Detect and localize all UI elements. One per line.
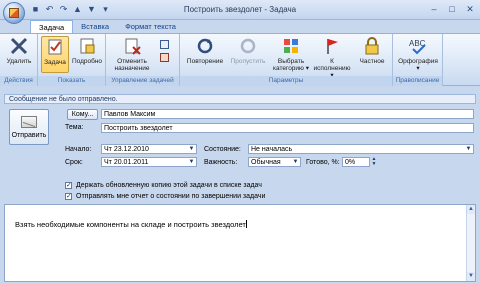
delete-icon <box>10 37 28 55</box>
priority-label: Важность: <box>204 159 238 166</box>
due-date-value: Чт 20.01.2011 <box>104 159 149 166</box>
recurrence-icon <box>197 38 213 54</box>
assign-task-icon[interactable] <box>160 40 169 49</box>
spelling-button[interactable]: ABC Орфография ▾ <box>396 36 440 72</box>
envelope-icon <box>21 116 37 128</box>
subject-field[interactable]: Построить звездолет <box>101 123 474 133</box>
categorize-button[interactable]: Выбрать категорию ▾ <box>270 36 312 72</box>
percent-spinner[interactable]: ▲ ▼ <box>370 157 378 167</box>
body-text-content: Взять необходимые компоненты на складе и… <box>15 220 246 229</box>
spelling-dropdown-arrow: ▾ <box>416 65 420 72</box>
send-button[interactable]: Отправить <box>9 109 49 145</box>
scroll-up-icon[interactable]: ▲ <box>467 205 475 214</box>
cancel-assignment-button[interactable]: Отменить назначение <box>110 36 154 72</box>
recurrence-label: Повторение <box>186 58 224 65</box>
subject-label: Тема: <box>65 124 84 131</box>
percent-complete-value: 0% <box>345 159 356 166</box>
spelling-icon: ABC <box>409 39 426 55</box>
priority-value: Обычная <box>251 159 281 166</box>
group-parameters-label: Параметры <box>180 76 392 86</box>
status-select[interactable]: Не началась ▼ <box>248 144 474 154</box>
cancel-assignment-label-2: назначение <box>114 65 150 72</box>
status-value: Не началась <box>251 146 293 153</box>
chevron-down-icon[interactable]: ▼ <box>187 145 196 153</box>
window-title: Построить звездолет - Задача <box>183 5 297 14</box>
lock-icon <box>365 37 379 55</box>
skip-occurrence-icon <box>240 38 256 54</box>
tab-task[interactable]: Задача <box>30 20 74 33</box>
start-date-label: Начало: <box>65 146 92 153</box>
follow-up-label-1: К <box>330 58 334 65</box>
chevron-down-icon[interactable]: ▼ <box>291 158 300 166</box>
group-manage-label: Управление задачей <box>106 76 179 86</box>
ribbon-tabs: Задача Вставка Формат текста <box>30 20 184 33</box>
task-label: Задача <box>44 59 66 66</box>
manage-small-buttons <box>160 40 174 62</box>
keep-copy-label: Держать обновленную копию этой задачи в … <box>76 182 262 189</box>
private-label: Частное <box>359 58 385 65</box>
categorize-label-2: категорию ▾ <box>272 65 309 72</box>
skip-label: Пропустить <box>230 58 266 65</box>
task-view-button[interactable]: Задача <box>41 36 69 73</box>
group-show: Задача Подробно Показать <box>38 34 106 86</box>
details-icon <box>80 38 95 54</box>
priority-select[interactable]: Обычная ▼ <box>248 157 301 167</box>
start-date-field[interactable]: Чт 23.12.2010 ▼ <box>101 144 197 154</box>
due-date-label: Срок: <box>65 159 83 166</box>
title-bar: ■ ↶ ↷ ▲ ▼ ▾ Построить звездолет - Задача… <box>0 0 480 24</box>
to-field[interactable]: Павлов Максим <box>101 109 474 119</box>
scroll-down-icon[interactable]: ▼ <box>467 272 475 281</box>
delete-button[interactable]: Удалить <box>3 36 35 65</box>
cancel-assignment-label-1: Отменить <box>117 58 147 65</box>
window-controls: – □ ✕ <box>428 3 476 15</box>
task-form: Кому... Павлов Максим Тема: Построить зв… <box>58 106 476 202</box>
recurrence-button[interactable]: Повторение <box>184 36 226 65</box>
info-bar: Сообщение не было отправлено. <box>4 94 476 104</box>
group-proofing-label: Правописание <box>393 76 442 86</box>
group-show-label: Показать <box>38 76 105 86</box>
keep-copy-checkbox[interactable]: ✓ <box>65 182 72 189</box>
send-report-label: Отправлять мне отчет о состоянии по заве… <box>76 193 266 200</box>
tab-insert[interactable]: Вставка <box>73 20 117 33</box>
flag-icon <box>327 39 338 54</box>
vertical-scrollbar[interactable]: ▲ ▼ <box>466 205 475 281</box>
status-label: Состояние: <box>204 146 241 153</box>
office-logo-icon <box>9 8 19 18</box>
ribbon: Удалить Действия Задача Подробно Показат… <box>0 33 480 86</box>
maximize-icon[interactable]: □ <box>446 3 458 15</box>
group-proofing: ABC Орфография ▾ Правописание <box>393 34 443 86</box>
private-button[interactable]: Частное <box>354 36 390 65</box>
follow-up-button[interactable]: К исполнению ▾ <box>311 36 353 79</box>
text-caret <box>245 220 247 228</box>
close-icon[interactable]: ✕ <box>464 3 476 15</box>
percent-complete-field[interactable]: 0% <box>342 157 370 167</box>
details-button[interactable]: Подробно <box>71 36 103 65</box>
task-body-editor[interactable]: Взять необходимые компоненты на складе и… <box>4 204 476 282</box>
send-label: Отправить <box>11 132 47 139</box>
percent-complete-label: Готово, %: <box>306 159 340 166</box>
group-actions: Удалить Действия <box>0 34 38 86</box>
spelling-label: Орфография <box>398 58 438 65</box>
chevron-down-icon[interactable]: ▼ <box>187 158 196 166</box>
delete-label: Удалить <box>6 58 32 65</box>
to-button[interactable]: Кому... <box>67 109 98 120</box>
send-report-checkbox[interactable]: ✓ <box>65 193 72 200</box>
skip-occurrence-button[interactable]: Пропустить <box>227 36 269 65</box>
minimize-icon[interactable]: – <box>428 3 440 15</box>
tab-format-text[interactable]: Формат текста <box>117 20 184 33</box>
categorize-label-1: Выбрать <box>277 58 305 65</box>
group-parameters: Повторение Пропустить Выбрать категорию … <box>180 34 393 86</box>
task-icon <box>48 39 62 55</box>
group-actions-label: Действия <box>0 76 37 86</box>
send-status-icon[interactable] <box>160 53 169 62</box>
body-text: Взять необходимые компоненты на складе и… <box>15 220 247 229</box>
cancel-assignment-icon <box>125 38 141 55</box>
due-date-field[interactable]: Чт 20.01.2011 ▼ <box>101 157 197 167</box>
office-button[interactable] <box>3 2 25 24</box>
chevron-down-icon[interactable]: ▼ <box>464 145 473 153</box>
details-label: Подробно <box>71 58 103 65</box>
group-manage-task: Отменить назначение Управление задачей <box>106 34 180 86</box>
start-date-value: Чт 23.12.2010 <box>104 146 149 153</box>
categorize-icon <box>284 39 298 53</box>
